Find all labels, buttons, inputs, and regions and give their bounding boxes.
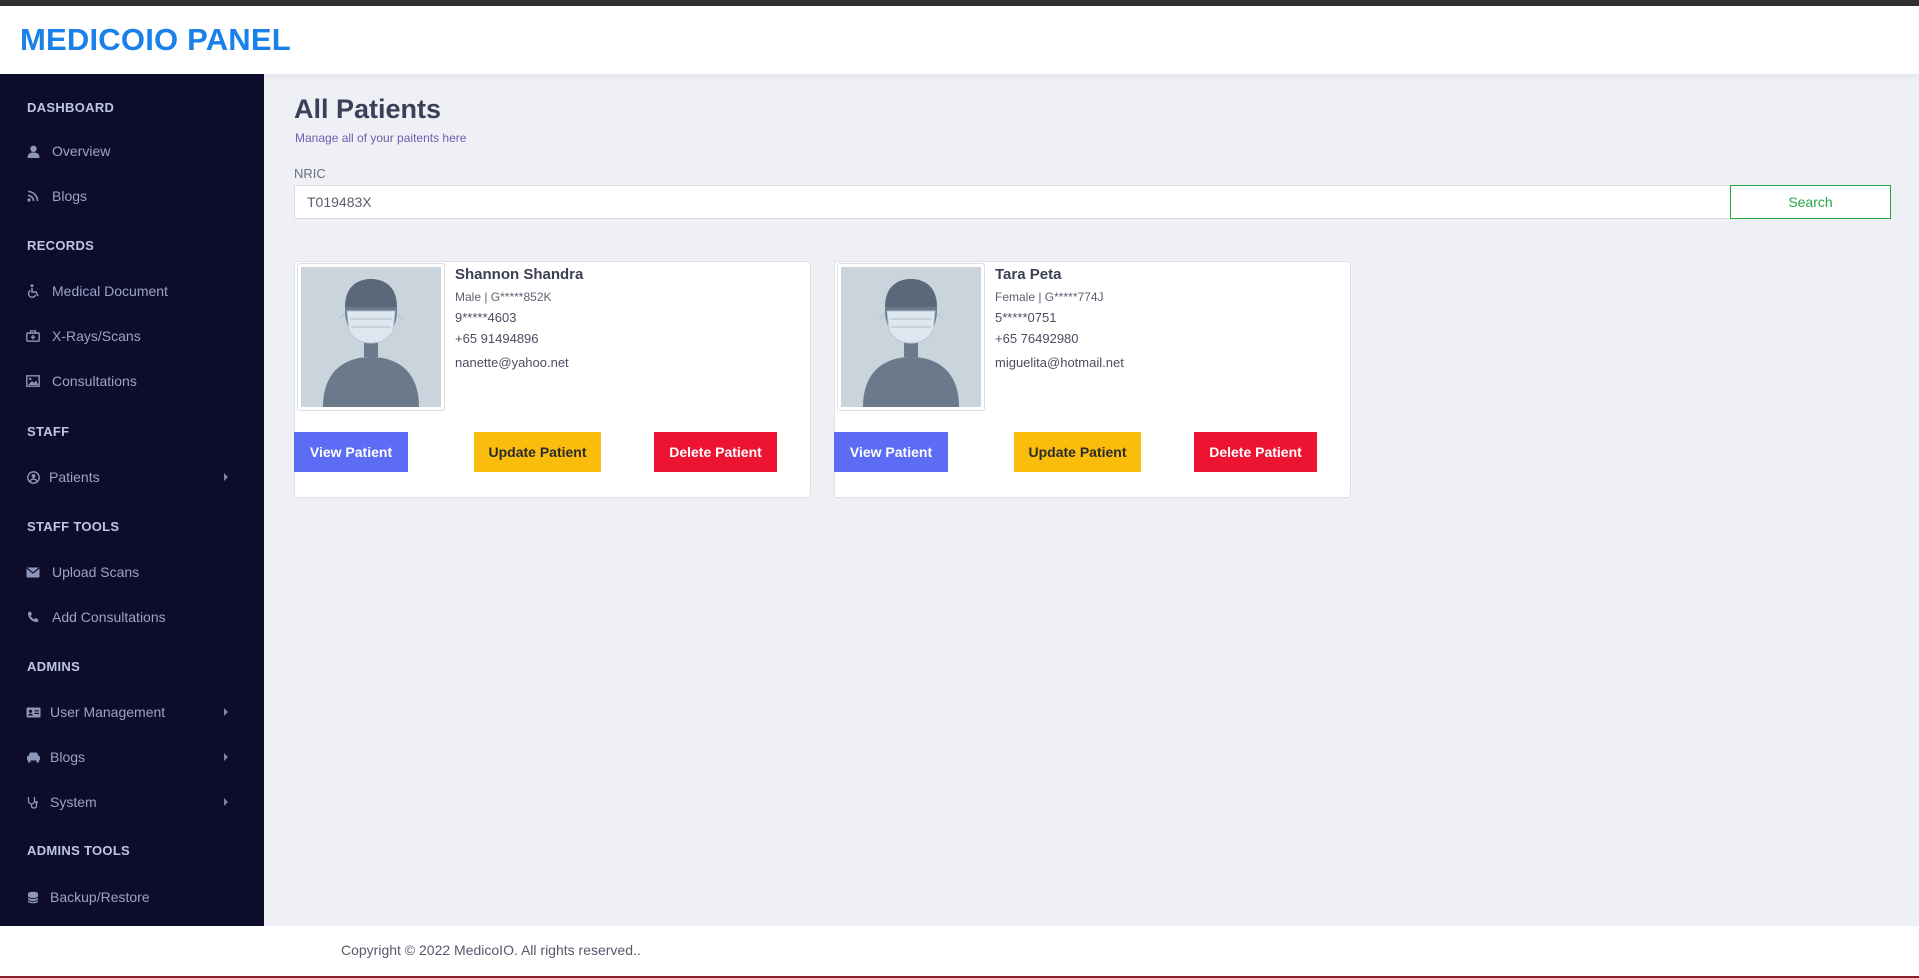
brand-logo[interactable]: MEDICOIO PANEL xyxy=(20,22,291,58)
sidebar-item-consultations[interactable]: Consultations xyxy=(0,366,264,396)
id-card-icon xyxy=(25,707,41,718)
patient-gender-nric: Female | G*****774J xyxy=(995,290,1104,304)
page-subtitle: Manage all of your paitents here xyxy=(295,131,467,145)
delete-patient-button[interactable]: Delete Patient xyxy=(654,432,777,472)
patient-name: Tara Peta xyxy=(995,266,1062,283)
chevron-right-icon xyxy=(224,473,228,481)
image-icon xyxy=(25,375,41,387)
stethoscope-icon xyxy=(25,796,41,809)
copyright-text: Copyright © 2022 MedicoIO. All rights re… xyxy=(341,942,641,958)
sidebar-section-admins-tools: ADMINS TOOLS xyxy=(27,843,131,858)
sidebar-item-label: X-Rays/Scans xyxy=(52,328,141,344)
patient-email: miguelita@hotmail.net xyxy=(995,355,1124,370)
top-header: MEDICOIO PANEL xyxy=(0,6,1919,74)
sidebar-section-staff-tools: STAFF TOOLS xyxy=(27,519,120,534)
patient-card: Shannon Shandra Male | G*****852K 9*****… xyxy=(294,261,811,498)
chevron-right-icon xyxy=(224,753,228,761)
masked-person-icon xyxy=(841,267,981,407)
sidebar-item-label: Backup/Restore xyxy=(50,889,150,905)
sidebar-item-blogs[interactable]: Blogs xyxy=(0,181,264,211)
sidebar-item-label: Overview xyxy=(52,143,111,159)
masked-person-icon xyxy=(301,267,441,407)
patient-masked-id: 5*****0751 xyxy=(995,310,1057,325)
nric-label: NRIC xyxy=(294,166,326,181)
sidebar-item-label: Blogs xyxy=(52,188,88,204)
sidebar-item-user-management[interactable]: User Management xyxy=(0,697,264,727)
user-circle-icon xyxy=(25,470,41,484)
car-icon xyxy=(25,751,41,763)
patient-avatar xyxy=(837,263,985,411)
search-button[interactable]: Search xyxy=(1730,185,1891,219)
view-patient-button[interactable]: View Patient xyxy=(294,432,408,472)
nric-search-input[interactable] xyxy=(294,185,1731,219)
sidebar-section-dashboard: DASHBOARD xyxy=(27,100,115,115)
patient-phone: +65 91494896 xyxy=(455,331,539,346)
sidebar-item-medical-document[interactable]: Medical Document xyxy=(0,276,264,306)
sidebar-item-system[interactable]: System xyxy=(0,787,264,817)
patient-phone: +65 76492980 xyxy=(995,331,1079,346)
patient-email: nanette@yahoo.net xyxy=(455,355,569,370)
patient-gender-nric: Male | G*****852K xyxy=(455,290,552,304)
update-patient-button[interactable]: Update Patient xyxy=(1014,432,1141,472)
sidebar-item-xrays-scans[interactable]: X-Rays/Scans xyxy=(0,321,264,351)
chevron-right-icon xyxy=(224,798,228,806)
sidebar-item-label: Consultations xyxy=(52,373,137,389)
wheelchair-icon xyxy=(25,284,41,298)
sidebar-item-add-consultations[interactable]: Add Consultations xyxy=(0,602,264,632)
sidebar-item-label: Add Consultations xyxy=(52,609,166,625)
footer: Copyright © 2022 MedicoIO. All rights re… xyxy=(0,926,1919,978)
main-content: All Patients Manage all of your paitents… xyxy=(264,74,1919,926)
sidebar-item-label: Medical Document xyxy=(52,283,168,299)
sidebar: DASHBOARD Overview Blogs RECORDS Medical… xyxy=(0,74,264,926)
patient-avatar xyxy=(297,263,445,411)
patient-card: Tara Peta Female | G*****774J 5*****0751… xyxy=(834,261,1351,498)
sidebar-item-label: Patients xyxy=(49,469,100,485)
sidebar-item-upload-scans[interactable]: Upload Scans xyxy=(0,557,264,587)
rss-icon xyxy=(25,190,41,202)
sidebar-item-label: Blogs xyxy=(50,749,86,765)
patient-name: Shannon Shandra xyxy=(455,266,584,283)
sidebar-item-overview[interactable]: Overview xyxy=(0,136,264,166)
delete-patient-button[interactable]: Delete Patient xyxy=(1194,432,1317,472)
medkit-icon xyxy=(25,330,41,342)
sidebar-item-patients[interactable]: Patients xyxy=(0,462,264,492)
sidebar-item-admin-blogs[interactable]: Blogs xyxy=(0,742,264,772)
sidebar-item-label: System xyxy=(50,794,97,810)
patient-masked-id: 9*****4603 xyxy=(455,310,517,325)
sidebar-item-label: User Management xyxy=(50,704,166,720)
sidebar-section-records: RECORDS xyxy=(27,238,95,253)
update-patient-button[interactable]: Update Patient xyxy=(474,432,601,472)
sidebar-section-admins: ADMINS xyxy=(27,659,81,674)
sidebar-item-backup-restore[interactable]: Backup/Restore xyxy=(0,882,264,912)
sidebar-item-label: Upload Scans xyxy=(52,564,140,580)
page-title: All Patients xyxy=(294,94,442,124)
sidebar-section-staff: STAFF xyxy=(27,424,70,439)
phone-icon xyxy=(25,611,41,623)
chevron-right-icon xyxy=(224,708,228,716)
view-patient-button[interactable]: View Patient xyxy=(834,432,948,472)
database-icon xyxy=(25,891,41,904)
envelope-icon xyxy=(25,567,41,578)
user-icon xyxy=(25,145,41,158)
